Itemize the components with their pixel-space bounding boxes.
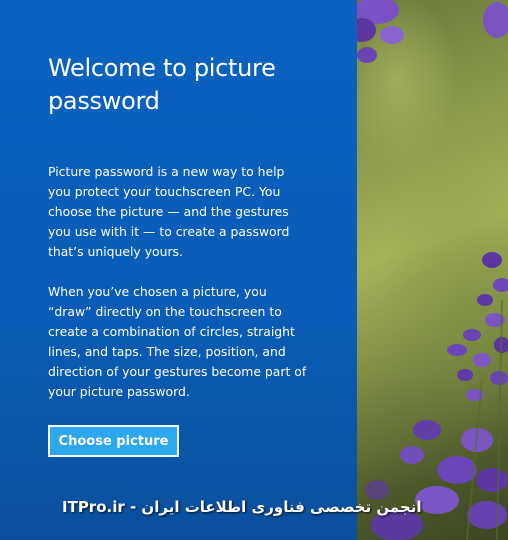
lavender-flowers-image [357,0,508,540]
lavender-picture [357,0,508,540]
choose-picture-button[interactable]: Choose picture [48,425,179,457]
instructions-paragraph: When you’ve chosen a picture, you “draw”… [48,284,307,399]
page-title: Welcome to picture password [48,54,276,115]
welcome-panel: Welcome to picture password Picture pass… [0,0,357,540]
intro-paragraph: Picture password is a new way to help yo… [48,164,290,259]
watermark-text: ITPro.ir - انجمن تخصصی فناوری اطلاعات ای… [62,498,422,516]
